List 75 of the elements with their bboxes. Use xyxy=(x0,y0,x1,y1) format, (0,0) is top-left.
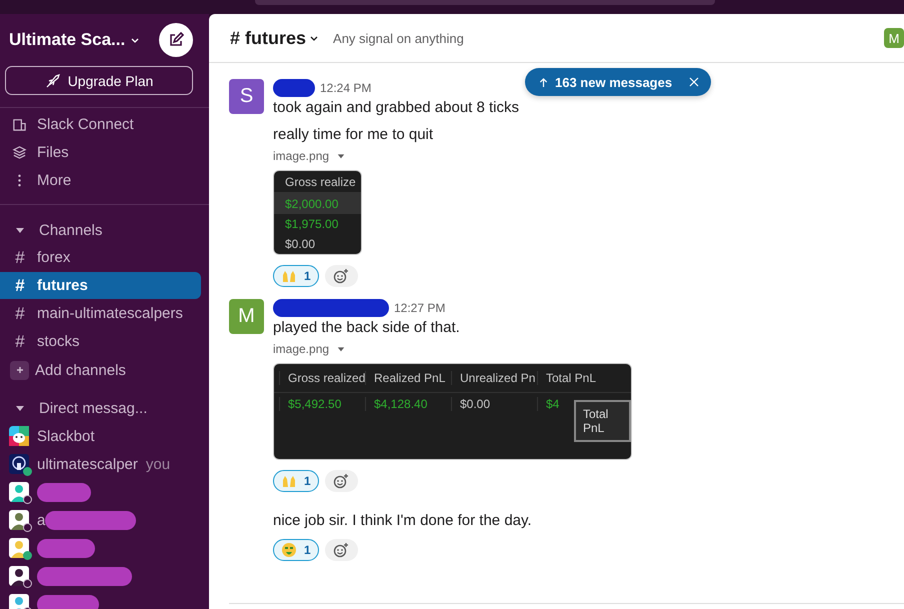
channel-item[interactable]: # stocks xyxy=(0,328,201,355)
dm-name[interactable]: Slackbot xyxy=(37,428,95,444)
timestamp[interactable]: 12:24 PM xyxy=(320,81,372,95)
add-emoji-icon xyxy=(333,542,350,558)
image-attachment[interactable]: Gross realize $2,000.00 $1,975.00 $0.00 xyxy=(273,170,362,255)
rocket-icon xyxy=(44,72,61,88)
reaction-button[interactable]: 1 xyxy=(273,470,319,492)
file-name[interactable]: image.png xyxy=(273,149,330,163)
nav-item[interactable]: Slack Connect xyxy=(37,116,134,132)
nav-item[interactable]: Files xyxy=(37,144,69,160)
dm-name[interactable]: ultimatescalper xyxy=(37,456,138,472)
tooltip: Total PnL xyxy=(574,400,631,442)
plus-icon[interactable] xyxy=(10,360,29,380)
table-cell-text: $0.00 xyxy=(284,237,316,251)
channel-item[interactable]: # futures xyxy=(0,272,201,299)
column-header: Gross realize xyxy=(284,174,356,188)
column-header: Unrealized Pn xyxy=(451,371,537,385)
compose-icon xyxy=(168,32,184,48)
bot-avatar xyxy=(9,426,29,446)
new-messages-banner[interactable]: 163 new messages xyxy=(525,68,711,96)
message-text: really time for me to quit xyxy=(273,126,434,143)
column-header: Realized PnL xyxy=(365,371,451,385)
redaction-mark xyxy=(37,538,95,558)
add-emoji-icon xyxy=(333,268,350,284)
table-cell: $4,128.40 xyxy=(365,397,451,411)
message-text: played the back side of that. xyxy=(273,319,460,336)
money-face-icon xyxy=(281,542,297,558)
user-avatar xyxy=(9,454,29,474)
nav-item[interactable]: More xyxy=(37,172,72,188)
add-emoji-icon xyxy=(333,473,350,489)
image-attachment[interactable]: Gross realized Realized PnL Unrealized Pn Total PnL $5,492.50 $4,128.40 $0.00 $4 Total PnL xyxy=(273,363,632,460)
column-header: Gross realized xyxy=(279,371,365,385)
redaction-mark xyxy=(273,79,315,97)
message-text: took again and grabbed about 8 ticks xyxy=(273,99,520,116)
file-name[interactable]: image.png xyxy=(273,342,330,356)
channel-item[interactable]: # main-ultimatescalpers xyxy=(0,300,201,327)
column-header: Total PnL xyxy=(537,371,623,385)
table-cell-text: $2,000.00 xyxy=(284,197,338,211)
caret-icon[interactable] xyxy=(337,345,346,353)
user-avatar xyxy=(9,482,29,502)
channel-title[interactable]: # futures xyxy=(230,28,306,48)
user-avatar xyxy=(9,538,29,558)
section-title[interactable]: Direct messag... xyxy=(39,400,148,416)
add-channels-link[interactable]: Add channels xyxy=(35,362,126,378)
redaction-mark xyxy=(37,482,91,502)
caret-icon[interactable] xyxy=(15,403,25,413)
add-reaction-button[interactable] xyxy=(324,470,358,492)
dm-name[interactable]: a xyxy=(37,512,46,528)
redaction-mark xyxy=(37,594,99,609)
compose-button[interactable] xyxy=(159,23,193,57)
channel-topic[interactable]: Any signal on anything xyxy=(333,30,464,46)
section-title[interactable]: Channels xyxy=(39,222,102,238)
table-cell: $0.00 xyxy=(451,397,537,411)
user-avatar xyxy=(9,510,29,530)
user-avatar[interactable]: S xyxy=(229,79,264,114)
layers-icon xyxy=(12,144,27,160)
you-label: you xyxy=(146,456,170,472)
user-avatar xyxy=(9,594,29,609)
user-avatar xyxy=(9,566,29,586)
table-cell: $5,492.50 xyxy=(279,397,365,411)
caret-icon[interactable] xyxy=(337,152,346,160)
upgrade-button[interactable]: Upgrade Plan xyxy=(5,66,193,95)
reaction-button[interactable]: 1 xyxy=(273,539,319,561)
channel-item[interactable]: # forex xyxy=(0,244,201,271)
close-icon[interactable] xyxy=(689,77,699,87)
building-icon xyxy=(12,116,27,132)
message-text: nice job sir. I think I'm done for the day. xyxy=(273,512,532,529)
caret-icon[interactable] xyxy=(15,225,25,235)
arrow-up-icon xyxy=(539,76,548,88)
add-reaction-button[interactable] xyxy=(324,539,358,561)
workspace-name[interactable]: Ultimate Sca... xyxy=(9,30,126,50)
table-cell-text: $1,975.00 xyxy=(284,217,338,231)
reaction-button[interactable]: 1 xyxy=(273,265,319,287)
add-reaction-button[interactable] xyxy=(324,265,358,287)
timestamp[interactable]: 12:27 PM xyxy=(394,301,446,315)
